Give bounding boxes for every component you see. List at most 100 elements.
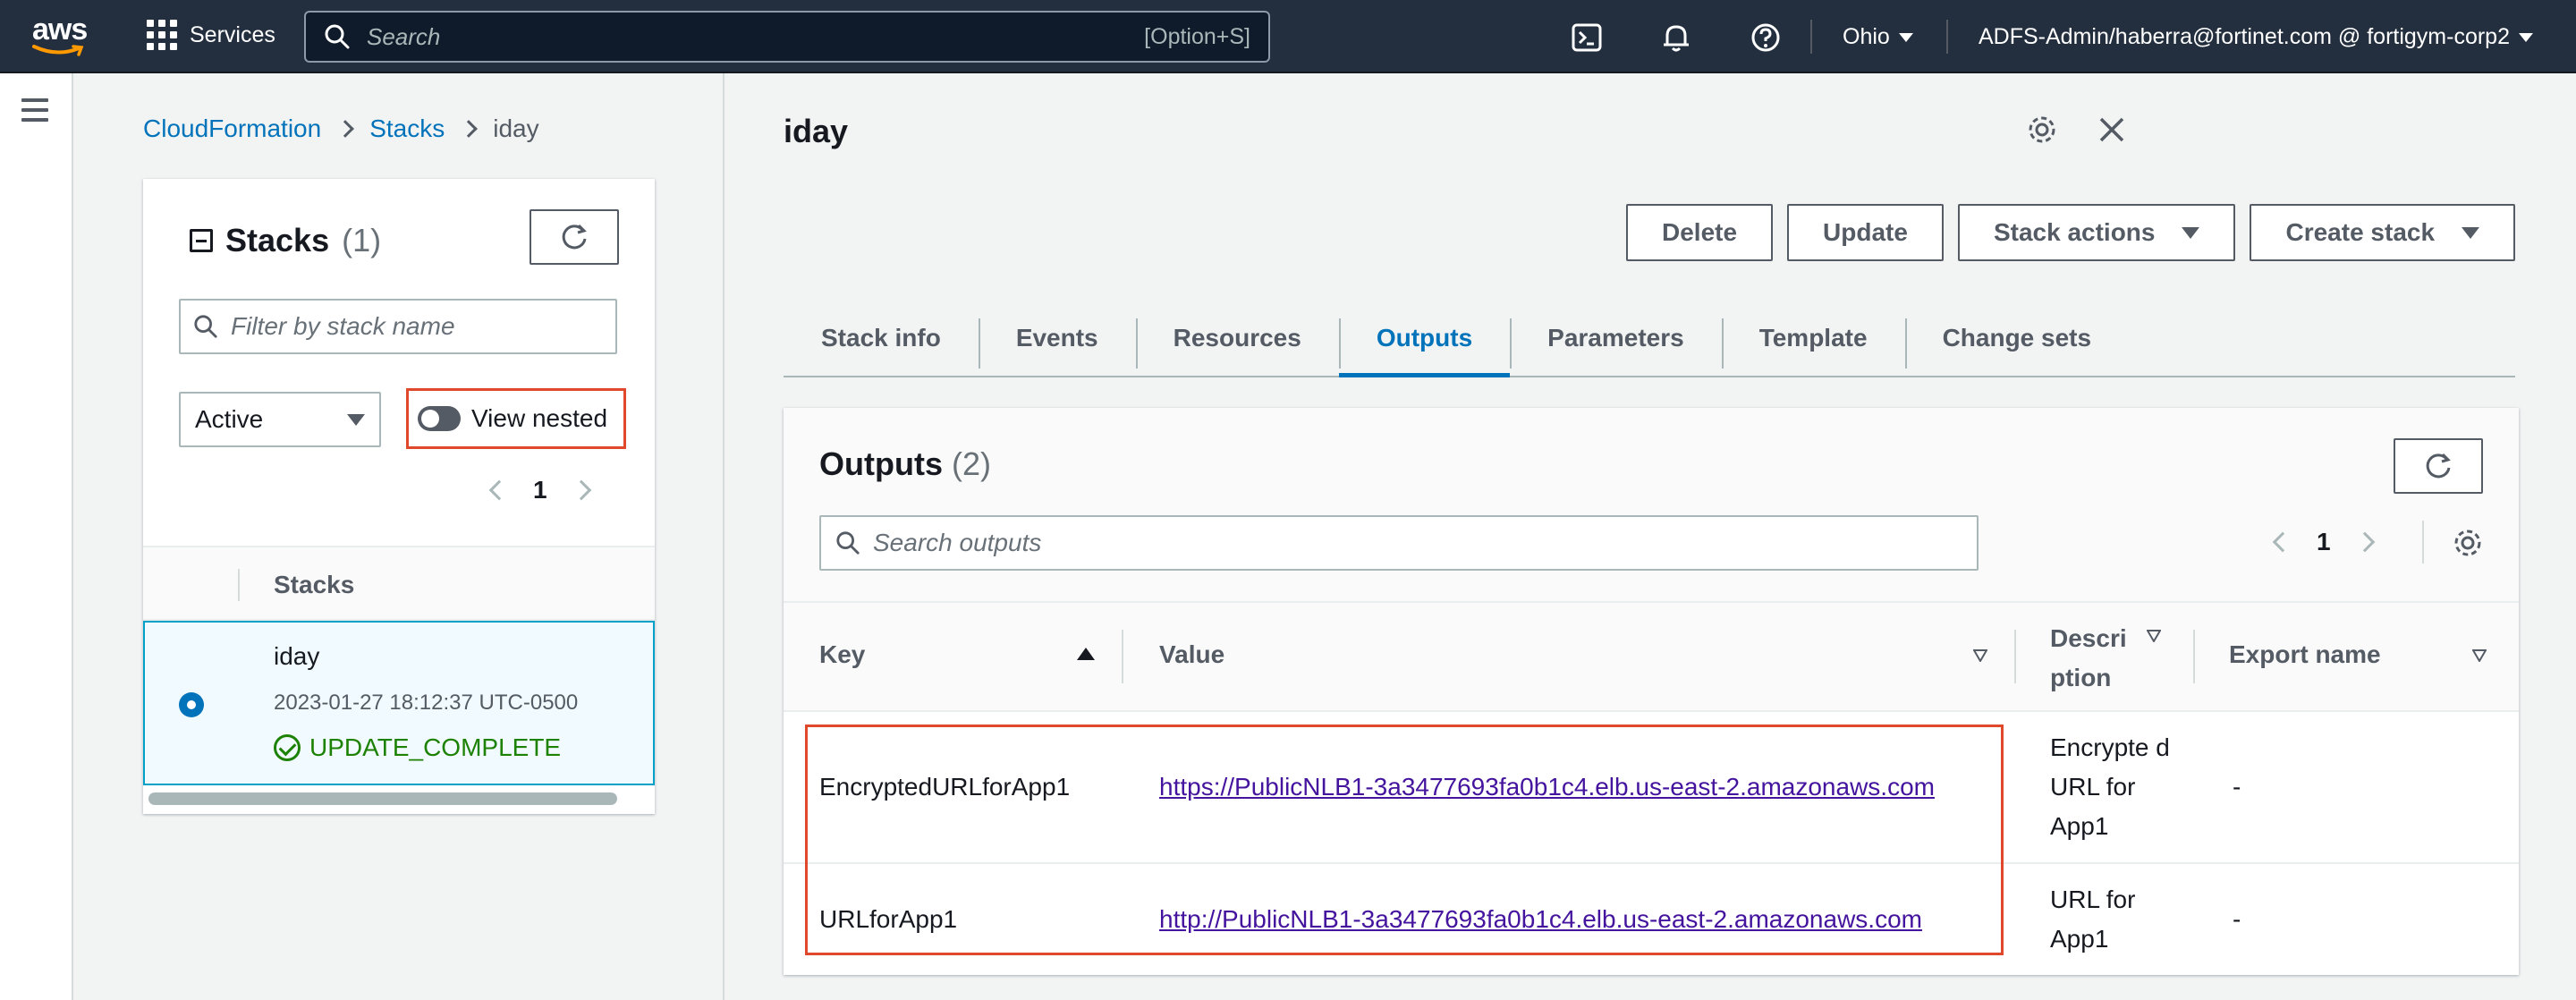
stacks-heading: Stacks (1) xyxy=(190,222,381,259)
column-export-name[interactable]: Export name xyxy=(2229,640,2381,669)
create-stack-dropdown[interactable]: Create stack xyxy=(2250,204,2516,261)
search-icon xyxy=(836,531,860,555)
column-divider xyxy=(238,569,240,601)
update-label: Update xyxy=(1823,218,1908,246)
stack-detail-title: iday xyxy=(784,113,849,149)
aws-logo[interactable]: aws xyxy=(32,14,95,59)
stacks-list-card: Stacks (1) Filter by stack name Active V… xyxy=(143,179,655,814)
toggle-switch[interactable] xyxy=(418,406,461,431)
chevron-left-icon[interactable] xyxy=(488,479,510,501)
stack-name[interactable]: iday xyxy=(274,642,319,671)
view-nested-label: View nested xyxy=(471,404,608,432)
tab-template[interactable]: Template xyxy=(1721,302,1905,376)
stack-status-label: UPDATE_COMPLETE xyxy=(309,733,562,761)
stack-filter-input[interactable]: Filter by stack name xyxy=(179,299,617,354)
stack-actions-dropdown[interactable]: Stack actions xyxy=(1957,204,2236,261)
chevron-left-icon[interactable] xyxy=(2272,531,2293,553)
horizontal-scrollbar[interactable] xyxy=(148,792,617,805)
tab-resources[interactable]: Resources xyxy=(1135,302,1339,376)
tab-stack-info[interactable]: Stack info xyxy=(784,302,979,376)
chevron-right-icon[interactable] xyxy=(571,479,591,501)
refresh-icon xyxy=(2426,453,2451,479)
region-selector[interactable]: Ohio xyxy=(1843,24,1913,50)
account-label: ADFS-Admin/haberra@fortinet.com @ fortig… xyxy=(1979,24,2510,49)
caret-down-icon xyxy=(2182,226,2200,239)
tab-change-sets[interactable]: Change sets xyxy=(1904,302,2130,376)
column-key[interactable]: Key xyxy=(819,640,865,669)
nav-divider xyxy=(1810,20,1812,54)
outputs-search-input[interactable]: Search outputs xyxy=(819,515,1979,571)
column-description[interactable]: Descri ption xyxy=(2050,619,2131,698)
pager-divider xyxy=(2422,521,2424,564)
stack-created-time: 2023-01-27 18:12:37 UTC-0500 xyxy=(274,691,579,715)
sort-down-icon[interactable] xyxy=(1973,649,1987,662)
view-nested-toggle[interactable]: View nested xyxy=(406,388,626,449)
help-icon[interactable] xyxy=(1750,21,1782,54)
collapse-panel-icon[interactable] xyxy=(190,229,213,252)
sort-down-icon[interactable] xyxy=(2472,649,2487,662)
stack-actions-label: Stack actions xyxy=(1993,218,2156,246)
refresh-icon xyxy=(562,224,587,250)
outputs-refresh-button[interactable] xyxy=(2394,438,2483,494)
outputs-search-placeholder: Search outputs xyxy=(873,529,1042,556)
account-menu[interactable]: ADFS-Admin/haberra@fortinet.com @ fortig… xyxy=(1979,24,2533,50)
stacks-page-number[interactable]: 1 xyxy=(533,476,547,504)
search-icon xyxy=(194,315,217,338)
filter-placeholder: Filter by stack name xyxy=(231,312,455,340)
outputs-table-header: Key Value Descri ption Export name xyxy=(784,603,2519,712)
output-description: URL for App1 xyxy=(2050,886,2136,953)
stack-radio-selected[interactable] xyxy=(179,692,204,717)
outputs-header: Outputs (2) Search outputs 1 xyxy=(784,408,2519,603)
stacks-pagination: 1 xyxy=(488,476,591,504)
column-divider[interactable] xyxy=(2193,630,2195,683)
stack-actions-toolbar: Delete Update Stack actions Create stack xyxy=(1626,204,2516,261)
column-divider[interactable] xyxy=(2014,630,2016,683)
outputs-title: Outputs xyxy=(819,445,943,482)
aws-logo-text: aws xyxy=(32,13,88,47)
caret-down-icon xyxy=(1898,32,1913,42)
delete-button[interactable]: Delete xyxy=(1626,204,1774,261)
create-stack-label: Create stack xyxy=(2285,218,2436,246)
caret-down-icon xyxy=(2462,226,2480,239)
stacks-refresh-button[interactable] xyxy=(530,209,619,265)
nav-divider xyxy=(1946,20,1948,54)
gear-icon[interactable] xyxy=(2027,114,2057,145)
breadcrumb-stacks[interactable]: Stacks xyxy=(369,114,445,143)
chevron-right-icon[interactable] xyxy=(2354,531,2375,553)
stacks-title: Stacks xyxy=(225,222,330,258)
column-value[interactable]: Value xyxy=(1159,640,1224,669)
stack-detail-tabs: Stack info Events Resources Outputs Para… xyxy=(784,302,2515,377)
stacks-table-header: Stacks xyxy=(143,546,655,621)
update-button[interactable]: Update xyxy=(1787,204,1944,261)
close-icon[interactable] xyxy=(2097,114,2127,145)
services-menu-button[interactable]: Services xyxy=(147,20,275,50)
stacks-pane: CloudFormation Stacks iday Stacks (1) Fi… xyxy=(73,73,724,1000)
stacks-column-header[interactable]: Stacks xyxy=(274,571,354,599)
sort-down-icon[interactable] xyxy=(2147,630,2161,642)
tab-events[interactable]: Events xyxy=(978,302,1136,376)
breadcrumb-cloudformation[interactable]: CloudFormation xyxy=(143,114,321,143)
status-filter-value: Active xyxy=(195,405,264,433)
outputs-heading: Outputs (2) xyxy=(819,445,991,483)
search-shortcut-hint: [Option+S] xyxy=(1144,23,1250,49)
output-description: Encrypte d URL for App1 xyxy=(2050,733,2170,840)
tab-outputs[interactable]: Outputs xyxy=(1338,302,1511,377)
preferences-gear-icon[interactable] xyxy=(2453,528,2483,558)
chevron-right-icon xyxy=(336,120,355,138)
stack-row[interactable]: iday 2023-01-27 18:12:37 UTC-0500 UPDATE… xyxy=(143,621,655,785)
sort-ascending-icon[interactable] xyxy=(1077,648,1095,660)
column-divider[interactable] xyxy=(1122,630,1123,683)
status-filter-select[interactable]: Active xyxy=(179,392,381,447)
notifications-bell-icon[interactable] xyxy=(1660,21,1692,54)
stack-status: UPDATE_COMPLETE xyxy=(274,733,561,762)
delete-label: Delete xyxy=(1662,218,1738,246)
hamburger-menu-icon[interactable] xyxy=(21,98,48,128)
services-grid-icon xyxy=(147,20,177,50)
chevron-right-icon xyxy=(460,120,479,138)
tab-parameters[interactable]: Parameters xyxy=(1510,302,1722,376)
success-check-icon xyxy=(274,734,301,761)
outputs-page-number[interactable]: 1 xyxy=(2317,528,2331,556)
side-rail xyxy=(0,73,73,1000)
global-search-input[interactable]: Search [Option+S] xyxy=(304,11,1270,63)
cloudshell-icon[interactable] xyxy=(1571,21,1603,54)
